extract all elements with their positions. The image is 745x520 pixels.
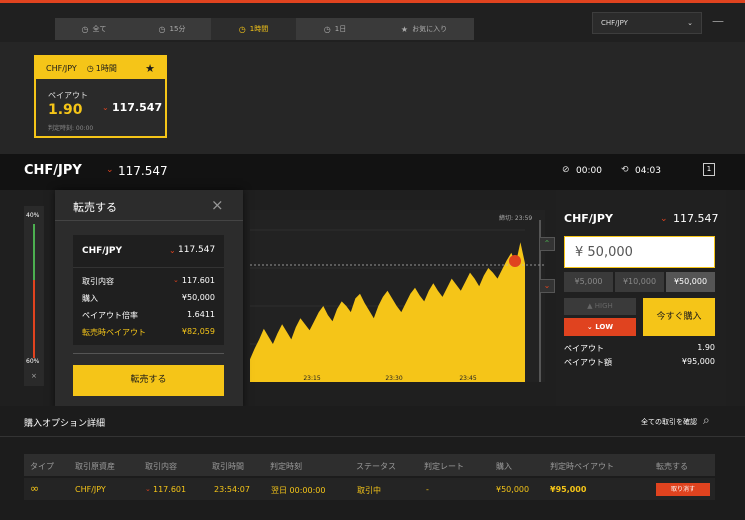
clock-icon: ◷ [81, 24, 89, 34]
resale-button[interactable]: 転売する [73, 365, 224, 396]
x-tick-label: 23:45 [459, 375, 476, 382]
close-icon[interactable]: × [211, 196, 224, 214]
minimize-icon[interactable]: — [712, 14, 724, 28]
swap-type-icon: ∞ [30, 482, 40, 495]
star-icon: ★ [400, 24, 409, 34]
sentiment-gauge: 40% 60% × [24, 206, 44, 386]
option-card[interactable]: CHF/JPY ◷ 1時間 ★ ペイアウト 1.90 ⌄ 117.547 判定時… [34, 55, 167, 138]
tab-all[interactable]: ◷ 全て [55, 18, 133, 40]
asset-symbol: CHF/JPY [24, 163, 82, 178]
clock-icon: ◷ [158, 24, 166, 34]
down-arrow-icon: ⌄ [169, 246, 176, 255]
low-button[interactable]: ⌄ LOW [564, 318, 636, 336]
modal-summary-box: CHF/JPY ⌄ 117.547 取引内容 ⌄ 117.601 購入 ¥50,… [73, 235, 224, 345]
divider [73, 353, 224, 354]
asset-price: 117.547 [118, 164, 168, 178]
no-entry-icon: ⊘ [562, 165, 570, 175]
search-icon[interactable]: ⌕ [703, 413, 710, 428]
history-icon: ⟲ [621, 165, 629, 175]
cancel-resale-button[interactable]: 取り消す [656, 483, 710, 496]
purchase-details: 購入オプション詳細 全ての取引を確認 ⌕ タイプ 取引原資産 取引内容 取引時間… [0, 406, 745, 520]
tab-favorites[interactable]: ★ お気に入り [374, 18, 474, 40]
up-arrow-icon: ▲ [587, 302, 595, 310]
divider [73, 267, 224, 268]
chevron-down-icon: ⌄ [687, 19, 693, 27]
card-header: CHF/JPY ◷ 1時間 ★ [36, 57, 165, 79]
resale-modal: 転売する × CHF/JPY ⌄ 117.547 取引内容 ⌄ 117.601 … [55, 190, 243, 409]
gauge-up-bar [33, 224, 35, 280]
entry-marker [509, 255, 521, 267]
star-icon[interactable]: ★ [145, 62, 155, 75]
high-marker-icon: ⌃ [539, 237, 555, 251]
buy-now-button[interactable]: 今すぐ購入 [643, 298, 715, 336]
preset-50000-button[interactable]: ¥50,000 [666, 272, 715, 292]
close-icon[interactable]: × [31, 372, 37, 380]
price-chart-svg: 23:15 23:30 23:45 [250, 220, 545, 383]
preset-10000-button[interactable]: ¥10,000 [615, 272, 664, 292]
clock-icon: ◷ [323, 24, 331, 34]
clock-icon: ◷ [86, 63, 94, 73]
divider [0, 436, 745, 437]
tab-15min[interactable]: ◷ 15分 [133, 18, 211, 40]
countdown-secondary: 04:03 [635, 166, 661, 176]
countdown-primary: 00:00 [576, 166, 602, 176]
high-button[interactable]: ▲ HIGH [564, 298, 636, 315]
down-arrow-icon: ⌄ [660, 214, 668, 224]
down-arrow-icon: ⌄ [586, 323, 596, 331]
low-marker-icon: ⌄ [539, 279, 555, 293]
tab-1day[interactable]: ◷ 1日 [296, 18, 374, 40]
down-arrow-icon: ⌄ [173, 276, 179, 284]
chart-type-icon[interactable]: 1 [703, 163, 715, 176]
symbol-select[interactable]: CHF/JPY ⌄ [592, 12, 702, 34]
price-chart[interactable]: 23:15 23:30 23:45 [250, 210, 545, 383]
down-arrow-icon: ⌄ [102, 103, 109, 112]
amount-input[interactable]: ¥ 50,000 [564, 236, 715, 268]
view-all-link[interactable]: 全ての取引を確認 [641, 417, 697, 427]
details-title: 購入オプション詳細 [24, 419, 106, 429]
down-arrow-icon: ⌄ [106, 165, 114, 175]
down-arrow-icon: ⌄ [145, 485, 151, 493]
x-tick-label: 23:30 [385, 375, 402, 382]
preset-5000-button[interactable]: ¥5,000 [564, 272, 613, 292]
trade-panel: CHF/JPY ⌄ 117.547 ¥ 50,000 ¥5,000 ¥10,00… [556, 190, 726, 406]
gauge-down-bar [33, 280, 35, 358]
clock-icon: ◷ [238, 24, 246, 34]
tab-1hour[interactable]: ◷ 1時間 [211, 18, 296, 40]
divider [55, 220, 243, 221]
modal-title: 転売する [73, 201, 117, 214]
x-tick-label: 23:15 [303, 375, 320, 382]
price-area [250, 242, 525, 382]
close-time-label: 締切: 23:59 [499, 215, 533, 222]
